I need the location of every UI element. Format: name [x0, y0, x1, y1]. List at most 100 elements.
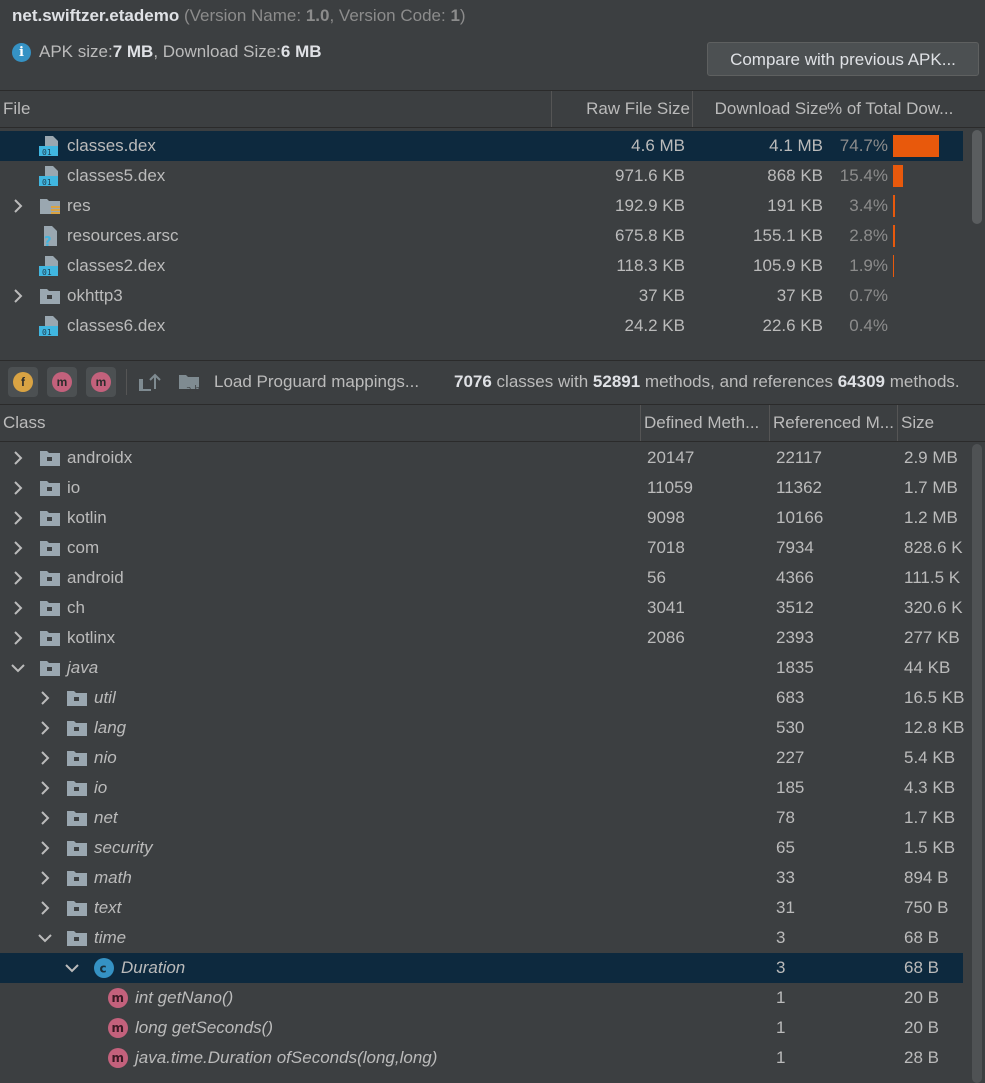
download-size: 868 KB	[767, 166, 823, 185]
version-name: 1.0	[305, 6, 330, 25]
size: 20 B	[904, 988, 939, 1007]
class-table-scrollbar[interactable]	[972, 444, 982, 1083]
package-name: com	[67, 538, 100, 557]
package-row[interactable]: com 7018 7934 828.6 K	[0, 533, 963, 563]
expand-arrow-icon[interactable]	[38, 683, 52, 713]
expand-arrow-icon[interactable]	[38, 893, 52, 923]
file-table-scrollbar[interactable]	[972, 130, 982, 224]
referenced-methods: 3	[776, 928, 786, 947]
svg-text:m: m	[112, 1021, 125, 1035]
class-table-header: Class Defined Meth... Referenced M... Si…	[0, 404, 985, 442]
file-row[interactable]: res 192.9 KB 191 KB 3.4%	[0, 191, 963, 221]
package-row[interactable]: time 3 68 B	[0, 923, 963, 953]
compare-apk-button[interactable]: Compare with previous APK...	[707, 42, 979, 76]
package-row[interactable]: java 1835 44 KB	[0, 653, 963, 683]
package-row[interactable]: ch 3041 3512 320.6 K	[0, 593, 963, 623]
package-row[interactable]: security 65 1.5 KB	[0, 833, 963, 863]
apk-size-label: APK size:	[39, 42, 113, 61]
package-row[interactable]: lang 530 12.8 KB	[0, 713, 965, 743]
package-row[interactable]: nio 227 5.4 KB	[0, 743, 963, 773]
referenced-methods: 33	[776, 868, 795, 887]
show-referenced-methods-button[interactable]: m	[86, 367, 116, 397]
package-icon	[39, 448, 61, 468]
column-size[interactable]: Size	[897, 405, 971, 441]
package-row[interactable]: kotlinx 2086 2393 277 KB	[0, 623, 963, 653]
column-class[interactable]: Class	[3, 405, 639, 441]
expand-arrow-icon[interactable]	[11, 473, 25, 503]
column-defined-methods[interactable]: Defined Meth...	[640, 405, 770, 441]
package-icon	[66, 718, 88, 738]
method-row[interactable]: m java.time.Duration ofSeconds(long,long)…	[0, 1043, 963, 1073]
package-name: net	[94, 808, 118, 827]
expand-arrow-icon[interactable]	[11, 623, 25, 653]
package-icon	[39, 568, 61, 588]
expand-arrow-icon[interactable]	[38, 803, 52, 833]
expand-arrow-icon[interactable]	[11, 503, 25, 533]
file-row[interactable]: okhttp3 37 KB 37 KB 0.7%	[0, 281, 963, 311]
package-row[interactable]: util 683 16.5 KB	[0, 683, 965, 713]
classes-text: classes with	[491, 372, 593, 391]
show-methods-button[interactable]: m	[47, 367, 77, 397]
package-row[interactable]: io 185 4.3 KB	[0, 773, 963, 803]
package-row[interactable]: text 31 750 B	[0, 893, 963, 923]
column-percent-total[interactable]: % of Total Dow...	[827, 91, 967, 127]
expand-arrow-icon[interactable]	[11, 563, 25, 593]
referenced-methods: 3512	[776, 598, 814, 617]
package-name: io	[94, 778, 108, 797]
referenced-methods: 11362	[776, 478, 823, 497]
expand-arrow-icon[interactable]	[38, 833, 52, 863]
referenced-methods: 78	[776, 808, 795, 827]
expand-arrow-icon[interactable]	[11, 443, 25, 473]
collapse-arrow-icon[interactable]	[11, 653, 25, 683]
proguard-mapping-icon[interactable]: a.b	[177, 371, 203, 393]
class-row[interactable]: c Duration 3 68 B	[0, 953, 963, 983]
column-download-size[interactable]: Download Size	[692, 91, 828, 127]
file-row[interactable]: 01 classes6.dex 24.2 KB 22.6 KB 0.4%	[0, 311, 963, 341]
column-raw-size[interactable]: Raw File Size	[551, 91, 690, 127]
method-row[interactable]: m int getNano() 1 20 B	[0, 983, 963, 1013]
export-tree-icon[interactable]	[137, 371, 163, 393]
method-row[interactable]: m long getSeconds() 1 20 B	[0, 1013, 963, 1043]
package-name: android	[67, 568, 124, 587]
percent-bar	[893, 165, 903, 187]
show-fields-button[interactable]: f	[8, 367, 38, 397]
package-row[interactable]: android 56 4366 111.5 K	[0, 563, 963, 593]
expand-arrow-icon[interactable]	[38, 773, 52, 803]
package-name: security	[94, 838, 153, 857]
package-row[interactable]: net 78 1.7 KB	[0, 803, 963, 833]
download-size: 155.1 KB	[753, 226, 823, 245]
file-row[interactable]: 01 classes.dex 4.6 MB 4.1 MB 74.7%	[0, 131, 963, 161]
package-row[interactable]: math 33 894 B	[0, 863, 963, 893]
package-row[interactable]: kotlin 9098 10166 1.2 MB	[0, 503, 963, 533]
package-icon	[66, 688, 88, 708]
package-row[interactable]: androidx 20147 22117 2.9 MB	[0, 443, 963, 473]
file-table-header: File Raw File Size Download Size % of To…	[0, 90, 985, 128]
defined-methods: 3041	[647, 598, 685, 617]
expand-arrow-icon[interactable]	[11, 593, 25, 623]
collapse-arrow-icon[interactable]	[65, 953, 79, 983]
expand-arrow-icon[interactable]	[38, 863, 52, 893]
defined-methods: 2086	[647, 628, 685, 647]
expand-arrow-icon[interactable]	[38, 713, 52, 743]
percent-bar	[893, 135, 939, 157]
percent-bar	[893, 225, 895, 247]
column-file[interactable]: File	[3, 91, 548, 127]
expand-arrow-icon[interactable]	[38, 743, 52, 773]
file-row[interactable]: ? resources.arsc 675.8 KB 155.1 KB 2.8%	[0, 221, 963, 251]
raw-file-size: 24.2 KB	[624, 316, 686, 335]
package-icon	[39, 508, 61, 528]
version-code: 1	[450, 6, 460, 25]
expand-arrow-icon[interactable]	[11, 191, 25, 221]
method-icon: m	[52, 372, 72, 392]
load-proguard-link[interactable]: Load Proguard mappings...	[214, 361, 419, 403]
file-row[interactable]: 01 classes2.dex 118.3 KB 105.9 KB 1.9%	[0, 251, 963, 281]
expand-arrow-icon[interactable]	[11, 281, 25, 311]
file-row[interactable]: 01 classes5.dex 971.6 KB 868 KB 15.4%	[0, 161, 963, 191]
expand-arrow-icon[interactable]	[11, 533, 25, 563]
package-row[interactable]: io 11059 11362 1.7 MB	[0, 473, 963, 503]
collapse-arrow-icon[interactable]	[38, 923, 52, 953]
package-name: kotlin	[67, 508, 107, 527]
column-referenced-methods[interactable]: Referenced M...	[769, 405, 899, 441]
percent-bar	[893, 255, 894, 277]
file-name: res	[67, 196, 91, 215]
